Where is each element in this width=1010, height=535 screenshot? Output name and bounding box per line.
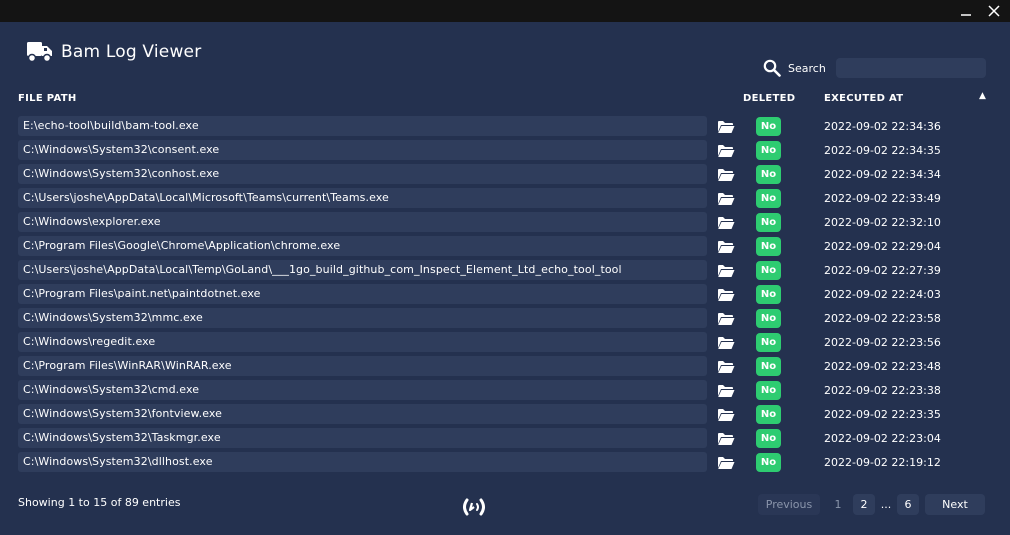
file-path-cell: C:\Windows\System32\dllhost.exe [18, 452, 707, 472]
column-header-deleted[interactable]: DELETED [743, 93, 795, 104]
table-row: C:\Users\joshe\AppData\Local\Temp\GoLand… [0, 259, 1010, 283]
file-path-cell: C:\Windows\explorer.exe [18, 212, 707, 232]
open-folder-icon[interactable] [717, 143, 735, 157]
pagination-previous-button[interactable]: Previous [758, 494, 820, 515]
open-folder-icon[interactable] [717, 215, 735, 229]
file-path-cell: C:\Windows\regedit.exe [18, 332, 707, 352]
deleted-status-badge: No [756, 141, 781, 160]
search-label: Search [788, 61, 826, 75]
file-path-cell: C:\Program Files\WinRAR\WinRAR.exe [18, 356, 707, 376]
open-folder-icon[interactable] [717, 287, 735, 301]
table-row: C:\Windows\System32\Taskmgr.exe No 2022-09… [0, 427, 1010, 451]
table-row: C:\Program Files\WinRAR\WinRAR.exe No 2022… [0, 355, 1010, 379]
executed-at-cell: 2022-09-02 22:33:49 [824, 192, 941, 205]
deleted-status-badge: No [756, 189, 781, 208]
file-path-cell: C:\Users\joshe\AppData\Local\Temp\GoLand… [18, 260, 707, 280]
open-folder-icon[interactable] [717, 455, 735, 469]
file-path-cell: C:\Windows\System32\cmd.exe [18, 380, 707, 400]
executed-at-cell: 2022-09-02 22:23:38 [824, 384, 941, 397]
executed-at-cell: 2022-09-02 22:34:36 [824, 120, 941, 133]
executed-at-cell: 2022-09-02 22:23:58 [824, 312, 941, 325]
close-icon [988, 5, 1000, 17]
deleted-status-badge: No [756, 237, 781, 256]
deleted-status-badge: No [756, 405, 781, 424]
table-row: E:\echo-tool\build\bam-tool.exe No 2022-09… [0, 115, 1010, 139]
pagination-page-2[interactable]: 2 [853, 494, 875, 515]
deleted-status-badge: No [756, 165, 781, 184]
search-icon [763, 59, 781, 77]
executed-at-cell: 2022-09-02 22:27:39 [824, 264, 941, 277]
open-folder-icon[interactable] [717, 239, 735, 253]
search-bar: Search [763, 57, 986, 79]
open-folder-icon[interactable] [717, 191, 735, 205]
window-titlebar [0, 0, 1010, 22]
table-row: C:\Program Files\Google\Chrome\Applicati… [0, 235, 1010, 259]
table-row: C:\Windows\System32\fontview.exe No 2022-0… [0, 403, 1010, 427]
table-row: C:\Windows\explorer.exe No 2022-09-02 22:3… [0, 211, 1010, 235]
deleted-status-badge: No [756, 261, 781, 280]
executed-at-cell: 2022-09-02 22:34:35 [824, 144, 941, 157]
app-title: Bam Log Viewer [61, 42, 202, 62]
pagination-page-1[interactable]: 1 [828, 494, 848, 515]
deleted-status-badge: No [756, 453, 781, 472]
table-row: C:\Windows\System32\cmd.exe No 2022-09-02 … [0, 379, 1010, 403]
deleted-status-badge: No [756, 381, 781, 400]
sort-ascending-icon[interactable]: ▲ [979, 91, 986, 101]
open-folder-icon[interactable] [717, 119, 735, 133]
deleted-status-badge: No [756, 213, 781, 232]
deleted-status-badge: No [756, 285, 781, 304]
open-folder-icon[interactable] [717, 167, 735, 181]
executed-at-cell: 2022-09-02 22:34:34 [824, 168, 941, 181]
entries-info: Showing 1 to 15 of 89 entries [18, 496, 181, 509]
file-path-cell: C:\Windows\System32\Taskmgr.exe [18, 428, 707, 448]
close-button[interactable] [978, 0, 1010, 22]
executed-at-cell: 2022-09-02 22:32:10 [824, 216, 941, 229]
open-folder-icon[interactable] [717, 431, 735, 445]
truck-icon [27, 42, 52, 63]
open-folder-icon[interactable] [717, 407, 735, 421]
executed-at-cell: 2022-09-02 22:19:12 [824, 456, 941, 469]
executed-at-cell: 2022-09-02 22:23:48 [824, 360, 941, 373]
executed-at-cell: 2022-09-02 22:23:56 [824, 336, 941, 349]
open-folder-icon[interactable] [717, 359, 735, 373]
pagination-next-button[interactable]: Next [925, 494, 985, 515]
table-row: C:\Program Files\paint.net\paintdotnet.e… [0, 283, 1010, 307]
executed-at-cell: 2022-09-02 22:24:03 [824, 288, 941, 301]
file-path-cell: C:\Windows\System32\conhost.exe [18, 164, 707, 184]
deleted-status-badge: No [756, 117, 781, 136]
executed-at-cell: 2022-09-02 22:23:35 [824, 408, 941, 421]
pagination-page-6[interactable]: 6 [897, 494, 919, 515]
file-path-cell: C:\Program Files\paint.net\paintdotnet.e… [18, 284, 707, 304]
table-row: C:\Windows\System32\conhost.exe No 2022-09… [0, 163, 1010, 187]
open-folder-icon[interactable] [717, 263, 735, 277]
file-path-cell: C:\Program Files\Google\Chrome\Applicati… [18, 236, 707, 256]
open-folder-icon[interactable] [717, 335, 735, 349]
app-header: Bam Log Viewer [27, 40, 201, 64]
file-path-cell: C:\Users\joshe\AppData\Local\Microsoft\T… [18, 188, 707, 208]
deleted-status-badge: No [756, 333, 781, 352]
executed-at-cell: 2022-09-02 22:23:04 [824, 432, 941, 445]
table-row: C:\Windows\regedit.exe No 2022-09-02 22:23… [0, 331, 1010, 355]
table-row: C:\Windows\System32\consent.exe No 2022-09… [0, 139, 1010, 163]
app-logo-icon [463, 498, 485, 516]
table-row: C:\Users\joshe\AppData\Local\Microsoft\T… [0, 187, 1010, 211]
table-row: C:\Windows\System32\mmc.exe No 2022-09-02 … [0, 307, 1010, 331]
open-folder-icon[interactable] [717, 311, 735, 325]
executed-at-cell: 2022-09-02 22:29:04 [824, 240, 941, 253]
file-path-cell: E:\echo-tool\build\bam-tool.exe [18, 116, 707, 136]
file-path-cell: C:\Windows\System32\fontview.exe [18, 404, 707, 424]
search-input[interactable] [836, 58, 986, 78]
column-header-executed-at[interactable]: EXECUTED AT [824, 93, 903, 104]
file-path-cell: C:\Windows\System32\consent.exe [18, 140, 707, 160]
open-folder-icon[interactable] [717, 383, 735, 397]
deleted-status-badge: No [756, 429, 781, 448]
table-row: C:\Windows\System32\dllhost.exe No 2022-09… [0, 451, 1010, 475]
deleted-status-badge: No [756, 309, 781, 328]
minimize-icon [961, 14, 971, 16]
deleted-status-badge: No [756, 357, 781, 376]
column-header-file-path[interactable]: FILE PATH [18, 93, 77, 104]
pagination-ellipsis: ... [880, 498, 892, 511]
log-table-body: E:\echo-tool\build\bam-tool.exe No 2022-09… [0, 115, 1010, 475]
file-path-cell: C:\Windows\System32\mmc.exe [18, 308, 707, 328]
